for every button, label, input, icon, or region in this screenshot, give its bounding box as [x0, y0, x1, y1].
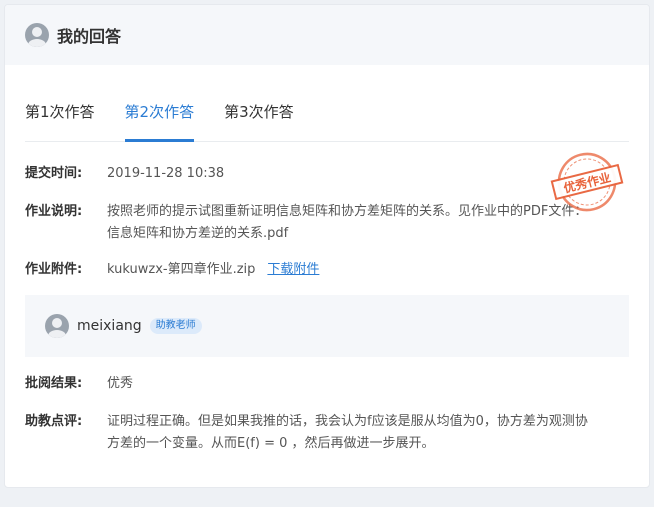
description-line-2: 信息矩阵和协方差逆的关系.pdf [107, 226, 289, 241]
assistant-avatar-icon [48, 318, 66, 338]
review-result-value: 优秀 [107, 376, 134, 391]
user-avatar-icon [28, 27, 46, 47]
submit-time-label: 提交时间: [25, 166, 83, 181]
excellent-homework-stamp-icon: 优秀作业 [550, 152, 624, 212]
review-comment-value: 证明过程正确。但是如果我推的话，我会认为f应该是服从均值为0，协方差为观测协 方… [107, 411, 629, 455]
attachment-label: 作业附件: [25, 262, 83, 277]
download-attachment-link[interactable]: 下载附件 [267, 262, 319, 277]
tab-attempt-2[interactable]: 第2次作答 [124, 91, 194, 142]
attachment-value: kukuwzx-第四章作业.zip 下载附件 [107, 259, 629, 281]
assistant-avatar [45, 314, 69, 338]
description-row: 作业说明: 按照老师的提示试图重新证明信息矩阵和协方差矩阵的关系。见作业中的PD… [25, 201, 629, 245]
assistant-box: meixiang 助教老师 [25, 295, 629, 357]
review-result-label: 批阅结果: [25, 376, 83, 391]
assistant-name: meixiang [77, 318, 142, 334]
review-comment-line-2: 方差的一个变量。从而E(f) = 0 ，然后再做进一步展开。 [107, 436, 435, 451]
review-comment-row: 助教点评: 证明过程正确。但是如果我推的话，我会认为f应该是服从均值为0，协方差… [25, 411, 629, 455]
my-answer-card: 我的回答 第1次作答 第2次作答 第3次作答 提交时间: 2019-11-28 … [4, 4, 650, 488]
submit-time-row: 提交时间: 2019-11-28 10:38 [25, 163, 629, 185]
attachment-filename: kukuwzx-第四章作业.zip [107, 262, 256, 277]
card-header: 我的回答 [5, 5, 649, 65]
review-result-row: 批阅结果: 优秀 [25, 373, 629, 395]
attachment-row: 作业附件: kukuwzx-第四章作业.zip 下载附件 [25, 259, 629, 281]
avatar [25, 23, 49, 47]
review-comment-line-1: 证明过程正确。但是如果我推的话，我会认为f应该是服从均值为0，协方差为观测协 [107, 414, 588, 429]
description-label: 作业说明: [25, 204, 83, 219]
review-comment-label: 助教点评: [25, 414, 83, 429]
tab-attempt-1[interactable]: 第1次作答 [25, 91, 95, 141]
page-title: 我的回答 [57, 27, 122, 46]
assistant-role-badge: 助教老师 [149, 318, 202, 334]
tab-attempt-3[interactable]: 第3次作答 [224, 91, 294, 141]
attempt-tabs: 第1次作答 第2次作答 第3次作答 [25, 91, 629, 142]
